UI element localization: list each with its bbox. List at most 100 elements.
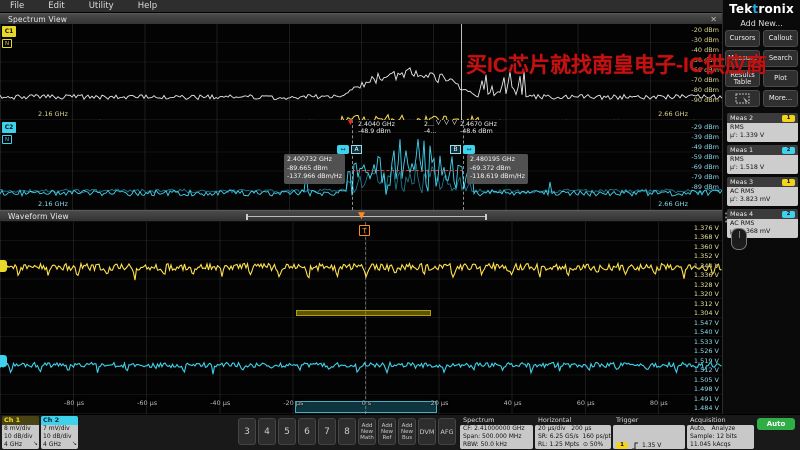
ch1-stop-freq: 2.66 GHz	[658, 110, 688, 118]
measurement-value: µ': 3.823 mV	[730, 196, 795, 204]
measurement-type: AC RMS	[730, 188, 795, 196]
setting-line: 11.045 kAcqs	[690, 441, 751, 449]
measurement-body: RMSµ': 1.339 V	[727, 123, 798, 142]
measurement-header: Meas 42	[727, 209, 798, 219]
db-label: -39 dBm	[691, 133, 719, 141]
measurement-source-tag: 1	[782, 115, 795, 122]
ch1-trace-type-badge[interactable]: N	[2, 39, 12, 48]
channel-2-name: Ch 2	[41, 416, 78, 425]
cursor-a-line[interactable]	[352, 120, 353, 210]
setting-line: Sample: 12 bits	[690, 433, 751, 441]
menu-item-edit[interactable]: Edit	[38, 1, 78, 11]
setting-line: RBW: 50.0 kHz	[463, 441, 530, 449]
channel-button-7[interactable]: 7	[318, 418, 336, 445]
time-label: -60 µs	[137, 399, 157, 407]
marker-line[interactable]	[461, 24, 462, 120]
trigger-position-icon[interactable]: ▼	[358, 211, 365, 221]
mouse-icon	[731, 228, 747, 250]
afg-button[interactable]: AFG	[438, 418, 456, 445]
peak-marker-icon[interactable]: ▽	[443, 120, 450, 127]
acquisition-settings-badge[interactable]: Acquisition Auto, AnalyzeSample: 12 bits…	[687, 416, 754, 449]
measurement-badge[interactable]: Meas 31AC RMSµ': 3.823 mV	[727, 177, 798, 206]
waveform-plot[interactable]: T 1.376 V1.368 V1.360 V1.352 V1.344 V1.3…	[0, 222, 722, 414]
channel-1-badge[interactable]: Ch 1 ↘8 mV/div10 dB/div4 GHz	[2, 416, 39, 449]
menu-bar: FileEditUtilityHelp	[0, 0, 722, 13]
tektronix-logo: Tektronix	[723, 0, 800, 16]
db-label: -49 dBm	[691, 143, 719, 151]
zoom-overview-slider[interactable]	[246, 214, 487, 220]
db-label: -79 dBm	[691, 173, 719, 181]
measurement-value: µ': 1.518 V	[730, 164, 795, 172]
button-plot[interactable]: Plot	[763, 70, 798, 87]
channel-button-5[interactable]: 5	[278, 418, 296, 445]
voltage-label-ch2: 1.484 V	[694, 404, 719, 412]
setting-line: 20 µs/div 200 µs	[538, 425, 608, 433]
ch1-waveform-handle[interactable]	[0, 260, 7, 272]
channel-button-4[interactable]: 4	[258, 418, 276, 445]
acquisition-settings-title: Acquisition	[687, 416, 754, 425]
ch2-trace-type-badge[interactable]: N	[2, 135, 12, 144]
ch2-spectrum-badge[interactable]: C2	[2, 122, 16, 133]
measurement-source-tag: 2	[782, 211, 795, 218]
add-new-ref-button[interactable]: Add New Ref	[378, 418, 396, 445]
draw-a-box-button[interactable]	[725, 90, 760, 107]
cursor-a-badge[interactable]: A	[351, 145, 362, 154]
measurement-name: Meas 3	[730, 177, 753, 187]
horizontal-settings-badge[interactable]: Horizontal 20 µs/div 200 µsSR: 6.25 GS/s…	[535, 416, 611, 449]
channel-button-8[interactable]: 8	[338, 418, 356, 445]
dvm-button[interactable]: DVM	[418, 418, 436, 445]
measurement-badge[interactable]: Meas 12RMSµ': 1.518 V	[727, 145, 798, 174]
ch1-spectrum-badge[interactable]: C1	[2, 26, 16, 37]
spectrum-plot-ch2[interactable]: ▼ 2.4040 GHz-48.9 dBm 2...-4... ▽ ▽ ▽ 2.…	[0, 120, 722, 210]
measurement-header: Meas 31	[727, 177, 798, 187]
button-callout[interactable]: Callout	[763, 30, 798, 47]
menu-item-utility[interactable]: Utility	[79, 1, 128, 11]
cursor-b-badge[interactable]: B	[450, 145, 461, 154]
menu-item-file[interactable]: File	[0, 1, 38, 11]
voltage-label-ch1: 1.376 V	[694, 224, 719, 232]
ch2-waveform-handle[interactable]	[0, 355, 7, 367]
voltage-label-ch2: 1.526 V	[694, 347, 719, 355]
probe-icon: ↘	[72, 440, 77, 448]
cursor-b-handle-icon[interactable]: ↔	[463, 145, 475, 154]
menu-item-help[interactable]: Help	[128, 1, 171, 11]
channel-button-6[interactable]: 6	[298, 418, 316, 445]
setting-line: RL: 1.25 Mpts ⊙ 50%	[538, 441, 608, 449]
peak-marker-icon[interactable]: ▽	[435, 120, 442, 127]
time-label: 20 µs	[431, 399, 449, 407]
reference-marker-readout: 2.4040 GHz-48.9 dBm	[358, 121, 395, 135]
time-label: 80 µs	[650, 399, 668, 407]
channel-button-3[interactable]: 3	[238, 418, 256, 445]
trigger-settings-badge[interactable]: Trigger 1 1.35 V Noise Reject	[613, 416, 685, 449]
settings-bar: Ch 1 ↘8 mV/div10 dB/div4 GHz Ch 2 ↘7 mV/…	[0, 414, 800, 450]
channel-2-badge[interactable]: Ch 2 ↘7 mV/div10 dB/div4 GHz	[41, 416, 78, 449]
reference-marker-icon[interactable]: ▼	[347, 120, 354, 127]
measurement-badge[interactable]: Meas 2 1RMSµ': 1.339 V	[727, 113, 798, 142]
cursor-a-handle-icon[interactable]: ↔	[337, 145, 349, 154]
trigger-indicator[interactable]: T	[359, 225, 370, 236]
spectrum-settings-title: Spectrum	[460, 416, 533, 425]
db-label: -69 dBm	[691, 163, 719, 171]
peak-marker-readout: 2.4670 GHz-48.6 dBm	[460, 121, 497, 135]
measurement-name: Meas 2	[730, 113, 753, 123]
button-search[interactable]: Search	[763, 50, 798, 67]
more-button[interactable]: More...	[763, 90, 798, 107]
add-new-bus-button[interactable]: Add New Bus	[398, 418, 416, 445]
auto-trigger-button[interactable]: Auto	[757, 418, 795, 430]
voltage-label-ch1: 1.360 V	[694, 243, 719, 251]
button-cursors[interactable]: Cursors	[725, 30, 760, 47]
measurement-body: RMSµ': 1.518 V	[727, 155, 798, 174]
measurement-header: Meas 12	[727, 145, 798, 155]
add-new-math-button[interactable]: Add New Math	[358, 418, 376, 445]
waveform-trace-ch2	[0, 363, 722, 375]
spectrum-settings-badge[interactable]: Spectrum CF: 2.41000000 GHzSpan: 500.000…	[460, 416, 533, 449]
db-label: -90 dBm	[691, 96, 719, 104]
oscilloscope-screen: FileEditUtilityHelp Spectrum View ✕ C1 N…	[0, 0, 800, 450]
time-label: 40 µs	[504, 399, 522, 407]
peak-marker-icon[interactable]: ▽	[451, 120, 458, 127]
waveform-view-header: Waveform View ▼	[0, 210, 722, 221]
measurement-badges: Meas 2 1RMSµ': 1.339 V Meas 12RMSµ': 1.518…	[723, 113, 800, 238]
panel-resize-handle[interactable]: •••	[724, 212, 728, 224]
voltage-label-ch2: 1.498 V	[694, 385, 719, 393]
spectrum-time-gate-ch1[interactable]	[296, 310, 431, 316]
